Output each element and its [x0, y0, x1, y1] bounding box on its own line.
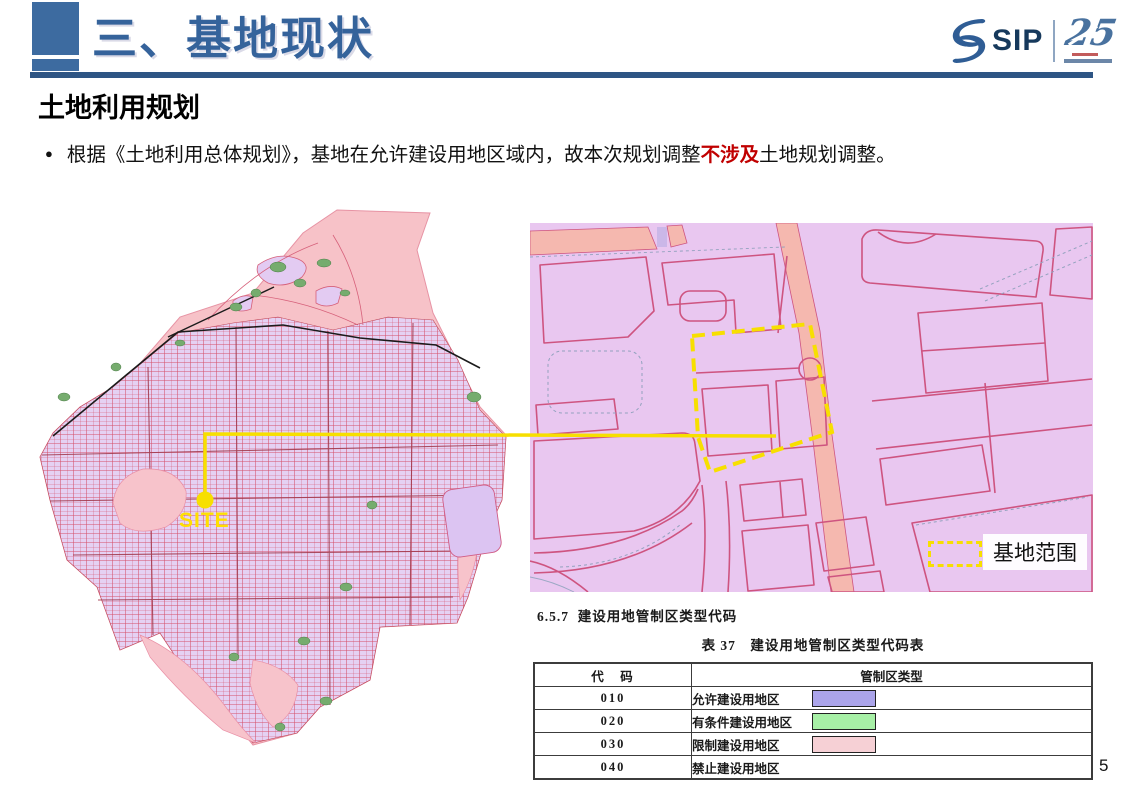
slide: 三、基地现状 SIP 25 土地利用规划 ● 根据《土地利用总体规划》，基地在允许… — [0, 0, 1123, 794]
site-boundary-legend-label: 基地范围 — [983, 534, 1087, 570]
bullet-highlight: 不涉及 — [701, 144, 760, 166]
header-accent-bar — [32, 59, 79, 71]
type-cell: 允许建设用地区 — [692, 687, 1093, 710]
site-label: SITE — [179, 509, 230, 533]
header-accent-square — [32, 2, 79, 55]
bullet-text: 根据《土地利用总体规划》，基地在允许建设用地区域内，故本次规划调整 — [67, 144, 701, 166]
table-row: 030 限制建设用地区 — [534, 733, 1092, 756]
header-rule — [30, 72, 1093, 78]
bullet-row: ● 根据《土地利用总体规划》，基地在允许建设用地区域内，故本次规划调整不涉及土地规… — [45, 138, 1085, 167]
sip-swoosh-icon — [948, 18, 990, 64]
code-reference-heading: 6.5.7 建设用地管制区类型代码 — [533, 605, 1093, 625]
zone-color-swatch — [812, 736, 876, 753]
type-cell: 限制建设用地区 — [692, 733, 1093, 756]
col-header-type: 管制区类型 — [692, 663, 1093, 687]
type-label: 限制建设用地区 — [692, 739, 780, 753]
bullet-text-after: 土地规划调整。 — [759, 144, 896, 166]
type-cell: 禁止建设用地区 — [692, 756, 1093, 780]
page-number: 5 — [1099, 756, 1108, 776]
zone-code-table: 代 码 管制区类型 010 允许建设用地区 020 有条件建设用地区 030 — [533, 662, 1093, 780]
anniversary-fineprint — [1072, 53, 1098, 56]
anniversary-number: 25 — [1063, 12, 1121, 54]
zone-color-swatch — [812, 713, 876, 730]
anniversary-fineprint — [1064, 59, 1112, 63]
table-row: 010 允许建设用地区 — [534, 687, 1092, 710]
code-cell: 040 — [534, 756, 692, 780]
anniversary-mark: 25 — [1064, 16, 1116, 66]
table-caption: 表 37 建设用地管制区类型代码表 — [533, 634, 1093, 654]
land-use-overview-map — [28, 205, 508, 750]
page-title: 三、基地现状 — [92, 2, 374, 67]
col-header-code: 代 码 — [534, 663, 692, 687]
code-reference-title: 建设用地管制区类型代码 — [578, 609, 738, 624]
section-title: 土地利用规划 — [38, 86, 200, 125]
code-cell: 010 — [534, 687, 692, 710]
table-row: 020 有条件建设用地区 — [534, 710, 1092, 733]
sip-logo: SIP 25 — [948, 14, 1116, 68]
code-cell: 030 — [534, 733, 692, 756]
table-row: 040 禁止建设用地区 — [534, 756, 1092, 780]
bullet-icon: ● — [45, 146, 53, 161]
table-header-row: 代 码 管制区类型 — [534, 663, 1092, 687]
type-label: 有条件建设用地区 — [692, 716, 792, 730]
code-reference-number: 6.5.7 — [537, 609, 569, 624]
logo-divider — [1053, 20, 1055, 62]
type-label: 禁止建设用地区 — [692, 762, 780, 776]
code-cell: 020 — [534, 710, 692, 733]
code-reference-block: 6.5.7 建设用地管制区类型代码 表 37 建设用地管制区类型代码表 代 码 … — [533, 605, 1093, 780]
site-boundary-legend-swatch — [928, 541, 982, 567]
type-cell: 有条件建设用地区 — [692, 710, 1093, 733]
zone-color-swatch — [812, 690, 876, 707]
sip-wordmark: SIP — [992, 24, 1043, 58]
type-label: 允许建设用地区 — [692, 693, 780, 707]
